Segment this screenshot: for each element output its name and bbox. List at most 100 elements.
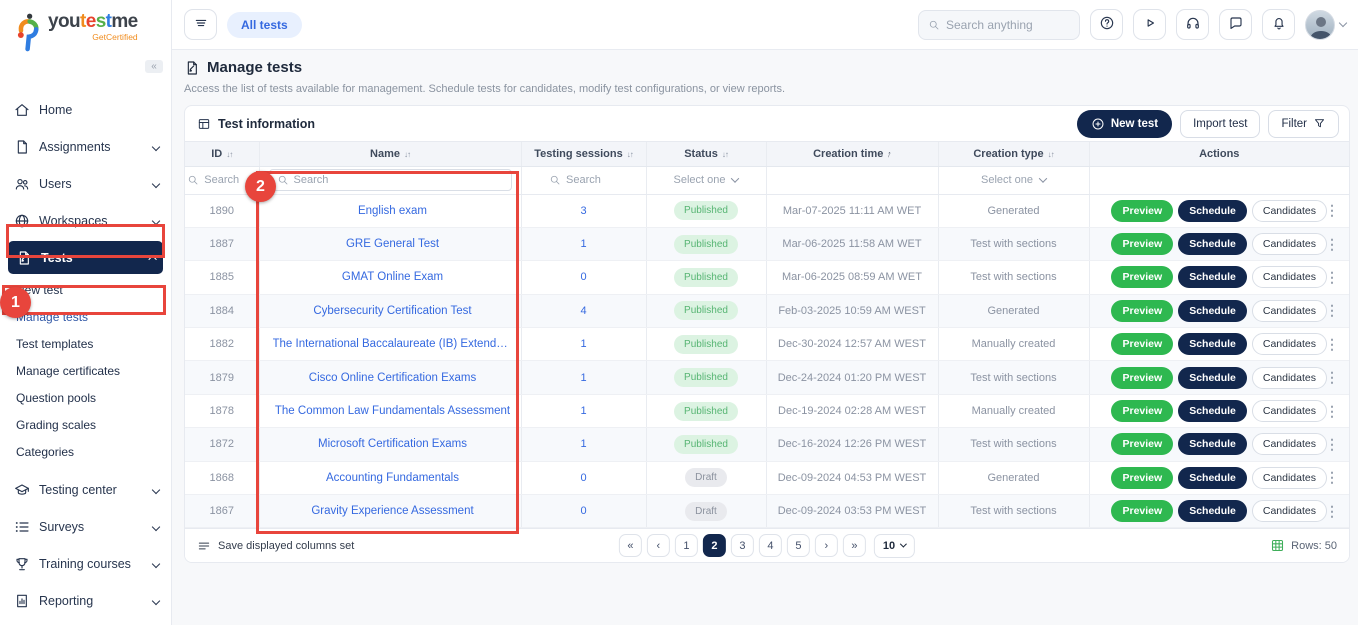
sidebar-item-surveys[interactable]: Surveys [0,508,171,545]
sidebar-item-home[interactable]: Home [0,91,171,128]
global-search[interactable] [918,9,1080,40]
candidates-button[interactable]: Candidates [1251,466,1327,489]
breadcrumb-all-tests[interactable]: All tests [227,11,302,38]
row-menu-button[interactable]: ⋮ [1325,369,1339,386]
help-button[interactable] [1090,9,1123,40]
candidates-button[interactable]: Candidates [1251,366,1327,389]
candidates-button[interactable]: Candidates [1251,400,1327,423]
sessions-count-link[interactable]: 1 [580,405,586,417]
sidebar-item-tests[interactable]: Tests [8,241,163,274]
test-name-link[interactable]: Gravity Experience Assessment [273,505,521,517]
preview-button[interactable]: Preview [1111,233,1174,256]
sessions-count-link[interactable]: 1 [580,438,586,450]
page-3-button[interactable]: 3 [730,534,754,558]
column-header-creation-type[interactable]: Creation type ↓↑ [938,142,1090,167]
column-header-status[interactable]: Status ↓↑ [646,142,767,167]
excel-export-icon[interactable] [1270,538,1285,553]
sessions-count-link[interactable]: 0 [580,472,586,484]
import-test-button[interactable]: Import test [1180,109,1261,138]
sessions-filter-input[interactable] [566,174,618,186]
row-menu-button[interactable]: ⋮ [1325,503,1339,520]
new-test-button[interactable]: New test [1076,109,1173,138]
sidebar-item-test-templates[interactable]: Test templates [0,330,171,357]
notifications-button[interactable] [1262,9,1295,40]
sessions-count-link[interactable]: 1 [580,372,586,384]
sidebar-item-question-pools[interactable]: Question pools [0,384,171,411]
page-5-button[interactable]: 5 [786,534,810,558]
sidebar-item-reporting[interactable]: Reporting [0,582,171,619]
sidebar-item-training-courses[interactable]: Training courses [0,545,171,582]
schedule-button[interactable]: Schedule [1178,299,1247,322]
tutorial-button[interactable] [1133,9,1166,40]
schedule-button[interactable]: Schedule [1178,333,1247,356]
test-name-link[interactable]: Microsoft Certification Exams [273,438,521,450]
sidebar-item-users[interactable]: Users [0,165,171,202]
preview-button[interactable]: Preview [1111,400,1174,423]
preview-button[interactable]: Preview [1111,500,1174,523]
page-first-button[interactable]: « [618,534,642,558]
type-filter-select[interactable]: Select one [939,174,1089,186]
save-columns-button[interactable]: Save displayed columns set [197,539,354,553]
status-filter-select[interactable]: Select one [647,174,766,186]
row-menu-button[interactable]: ⋮ [1325,236,1339,253]
column-header-creation-time[interactable]: Creation time ↑ [766,142,939,167]
preview-button[interactable]: Preview [1111,366,1174,389]
sidebar-item-system[interactable]: System [0,619,171,625]
candidates-button[interactable]: Candidates [1251,199,1327,222]
sidebar-item-testing-center[interactable]: Testing center [0,471,171,508]
sidebar-item-manage-tests[interactable]: Manage tests [0,303,171,330]
candidates-button[interactable]: Candidates [1251,433,1327,456]
name-filter-input[interactable] [293,174,454,186]
sidebar-item-manage-certificates[interactable]: Manage certificates [0,357,171,384]
sidebar-collapse-button[interactable]: « [145,60,163,73]
schedule-button[interactable]: Schedule [1178,266,1247,289]
candidates-button[interactable]: Candidates [1251,299,1327,322]
test-name-link[interactable]: Cybersecurity Certification Test [273,305,521,317]
page-2-button[interactable]: 2 [702,534,726,558]
column-header-testing-sessions[interactable]: Testing sessions ↓↑ [521,142,647,167]
column-header-id[interactable]: ID ↓↑ [185,142,260,167]
sessions-count-link[interactable]: 1 [580,338,586,350]
candidates-button[interactable]: Candidates [1251,233,1327,256]
id-filter-input[interactable] [204,174,257,186]
row-menu-button[interactable]: ⋮ [1325,403,1339,420]
page-size-select[interactable]: 10 [873,533,916,558]
schedule-button[interactable]: Schedule [1178,366,1247,389]
sessions-count-link[interactable]: 4 [580,305,586,317]
schedule-button[interactable]: Schedule [1178,466,1247,489]
row-menu-button[interactable]: ⋮ [1325,269,1339,286]
chat-button[interactable] [1219,9,1252,40]
id-filter[interactable] [185,174,259,186]
user-menu[interactable] [1305,9,1348,40]
sessions-count-link[interactable]: 1 [580,238,586,250]
test-name-link[interactable]: The Common Law Fundamentals Assessment [273,405,521,417]
test-name-link[interactable]: Accounting Fundamentals [273,472,521,484]
sidebar-item-grading-scales[interactable]: Grading scales [0,411,171,438]
schedule-button[interactable]: Schedule [1178,233,1247,256]
page-next-button[interactable]: › [814,534,838,558]
sidebar-item-categories[interactable]: Categories [0,438,171,465]
sessions-filter[interactable] [522,174,646,186]
preview-button[interactable]: Preview [1111,199,1174,222]
row-menu-button[interactable]: ⋮ [1325,336,1339,353]
sidebar-item-assignments[interactable]: Assignments [0,128,171,165]
page-last-button[interactable]: » [842,534,866,558]
sessions-count-link[interactable]: 3 [580,205,586,217]
page-prev-button[interactable]: ‹ [646,534,670,558]
page-4-button[interactable]: 4 [758,534,782,558]
test-name-link[interactable]: GRE General Test [273,238,521,250]
preview-button[interactable]: Preview [1111,466,1174,489]
test-name-link[interactable]: Cisco Online Certification Exams [273,372,521,384]
global-search-input[interactable] [946,17,1056,32]
sidebar-item-new-test[interactable]: New test [0,276,171,303]
candidates-button[interactable]: Candidates [1251,333,1327,356]
menu-toggle-button[interactable] [184,9,217,40]
schedule-button[interactable]: Schedule [1178,400,1247,423]
schedule-button[interactable]: Schedule [1178,500,1247,523]
test-name-link[interactable]: The International Baccalaureate (IB) Ext… [273,338,521,350]
preview-button[interactable]: Preview [1111,433,1174,456]
test-name-link[interactable]: English exam [273,205,521,217]
avatar[interactable] [1305,9,1335,40]
row-menu-button[interactable]: ⋮ [1325,469,1339,486]
preview-button[interactable]: Preview [1111,333,1174,356]
